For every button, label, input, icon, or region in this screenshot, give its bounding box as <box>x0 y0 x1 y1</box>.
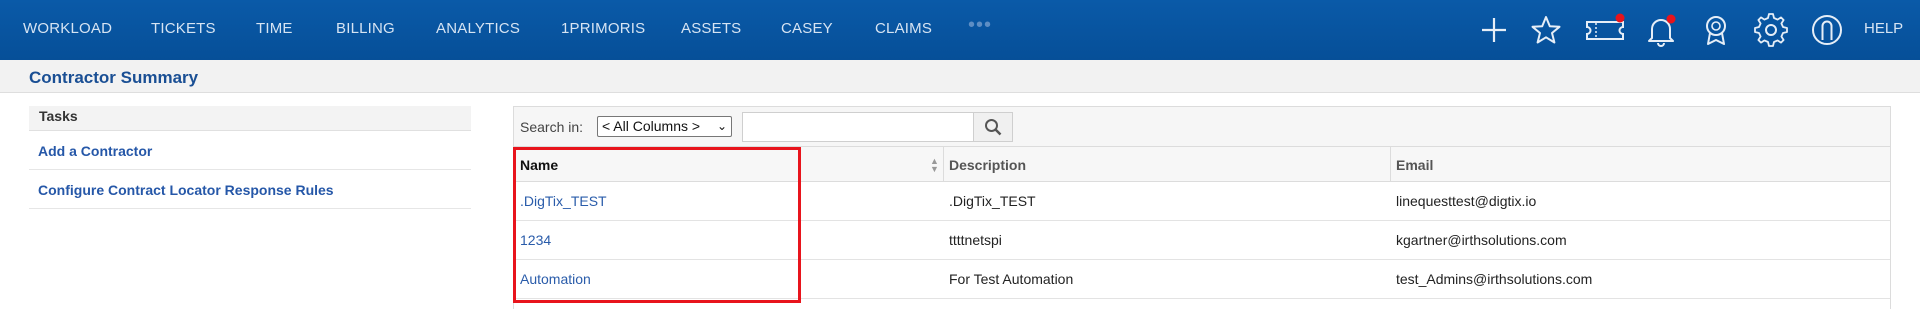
bell-icon[interactable] <box>1643 12 1679 48</box>
search-column-value: < All Columns > <box>602 118 701 134</box>
search-icon <box>985 119 1002 136</box>
plus-icon[interactable] <box>1476 12 1512 48</box>
contractor-name-link[interactable]: 1234 <box>520 232 551 248</box>
help-link[interactable]: HELP <box>1864 20 1903 37</box>
nav-assets[interactable]: ASSETS <box>681 20 741 37</box>
contractor-email: kgartner@irthsolutions.com <box>1396 232 1567 248</box>
user-icon[interactable] <box>1809 12 1845 48</box>
nav-more-button[interactable]: ••• <box>968 14 992 37</box>
ticket-icon[interactable] <box>1584 12 1626 48</box>
gear-icon[interactable] <box>1753 12 1789 48</box>
tasks-panel: Tasks Add a Contractor Configure Contrac… <box>29 106 471 209</box>
search-bar: Search in: < All Columns > ⌄ <box>514 107 1890 147</box>
table-row: .DigTix_TEST .DigTix_TEST linequesttest@… <box>514 182 1890 221</box>
search-label: Search in: <box>520 119 584 135</box>
title-bar: Contractor Summary <box>0 60 1920 93</box>
table-row: 1234 ttttnetspi kgartner@irthsolutions.c… <box>514 221 1890 260</box>
chevron-down-icon: ⌄ <box>716 119 727 133</box>
search-column-select[interactable]: < All Columns > ⌄ <box>597 116 732 137</box>
nav-tickets[interactable]: TICKETS <box>151 20 216 37</box>
add-contractor-link[interactable]: Add a Contractor <box>29 131 471 170</box>
contractor-name-link[interactable]: Automation <box>520 271 591 287</box>
award-icon[interactable] <box>1698 12 1734 48</box>
table-row: Automation For Test Automation test_Admi… <box>514 260 1890 299</box>
top-nav-bar: WORKLOAD TICKETS TIME BILLING ANALYTICS … <box>0 0 1920 60</box>
contractor-email: linequesttest@digtix.io <box>1396 193 1537 209</box>
contractor-description: .DigTix_TEST <box>949 193 1036 209</box>
contractor-grid: Search in: < All Columns > ⌄ Name ▲ ▼ Des… <box>513 106 1891 309</box>
nav-claims[interactable]: CLAIMS <box>875 20 932 37</box>
column-divider <box>943 147 944 182</box>
nav-billing[interactable]: BILLING <box>336 20 395 37</box>
nav-analytics[interactable]: ANALYTICS <box>436 20 520 37</box>
star-icon[interactable] <box>1528 12 1564 48</box>
nav-time[interactable]: TIME <box>256 20 293 37</box>
column-header-description[interactable]: Description <box>949 157 1026 173</box>
tasks-header: Tasks <box>29 106 471 131</box>
search-button[interactable] <box>973 112 1013 142</box>
contractor-name-link[interactable]: .DigTix_TEST <box>520 193 607 209</box>
nav-casey[interactable]: CASEY <box>781 20 833 37</box>
nav-1primoris[interactable]: 1PRIMORIS <box>561 20 645 37</box>
contractor-description: For Test Automation <box>949 271 1074 287</box>
column-header-name[interactable]: Name <box>520 157 558 173</box>
table-header: Name ▲ ▼ Description Email <box>514 147 1890 182</box>
column-divider <box>1390 147 1391 182</box>
configure-locator-rules-link[interactable]: Configure Contract Locator Response Rule… <box>29 170 471 209</box>
column-header-email[interactable]: Email <box>1396 157 1433 173</box>
contractor-description: ttttnetspi <box>949 232 1002 248</box>
page-title: Contractor Summary <box>29 68 199 87</box>
sort-icon[interactable]: ▲ ▼ <box>930 157 939 174</box>
nav-workload[interactable]: WORKLOAD <box>23 20 112 37</box>
contractor-email: test_Admins@irthsolutions.com <box>1396 271 1593 287</box>
search-input[interactable] <box>742 112 974 142</box>
